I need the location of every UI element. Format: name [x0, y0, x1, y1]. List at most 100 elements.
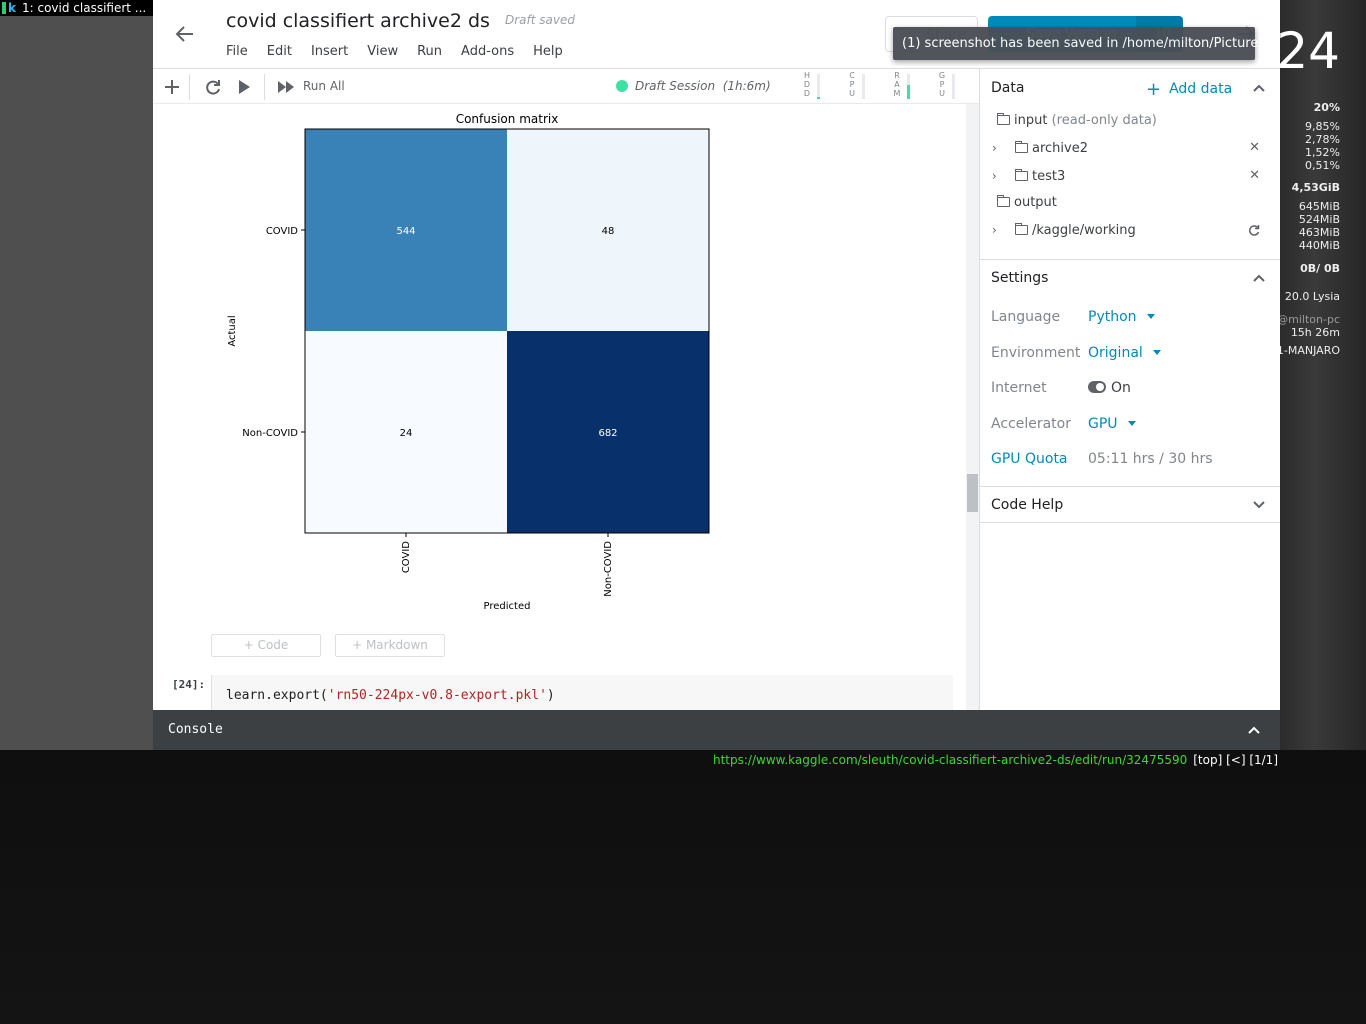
- gpu-quota-link[interactable]: GPU Quota: [991, 451, 1068, 467]
- kernel: 1-MANJARO: [1276, 344, 1340, 357]
- x-tick-label: COVID: [401, 541, 412, 573]
- kaggle-notebook-window: covid classifiert archive2 ds Draft save…: [153, 0, 1280, 750]
- refresh-icon[interactable]: [1248, 224, 1260, 236]
- add-code-cell-button[interactable]: + Code: [211, 634, 321, 657]
- settings-section-title[interactable]: Settings: [991, 270, 1048, 286]
- folder-icon: [1015, 223, 1028, 235]
- section-divider: [980, 486, 1280, 487]
- chevron-up-icon[interactable]: [1252, 81, 1266, 95]
- side-panel: Data + Add data input (read-only data) › …: [979, 69, 1280, 710]
- code-text: learn.export(: [226, 688, 328, 703]
- dataset-archive2[interactable]: archive2: [1015, 141, 1088, 156]
- caret-down-icon: [1152, 350, 1161, 355]
- output-folder[interactable]: output: [997, 195, 1057, 210]
- chart-title: Confusion matrix: [456, 112, 559, 126]
- console-label: Console: [168, 722, 223, 737]
- x-axis-label: Predicted: [484, 601, 531, 612]
- accelerator-label: Accelerator: [991, 416, 1071, 432]
- menu-add-ons[interactable]: Add-ons: [461, 44, 514, 59]
- internet-toggle[interactable]: On: [1088, 380, 1131, 396]
- code-help-section-title[interactable]: Code Help: [991, 497, 1063, 513]
- session-status[interactable]: Draft Session (1h:6m): [616, 79, 771, 93]
- code-text: ): [546, 688, 555, 703]
- browser-status-line: https://www.kaggle.com/sleuth/covid-clas…: [0, 750, 1280, 770]
- screenshot-notification: (1) screenshot has been saved in /home/m…: [893, 27, 1265, 60]
- dataset-label: test3: [1032, 169, 1066, 184]
- data-section-title[interactable]: Data: [991, 80, 1024, 96]
- meter-bar: [862, 74, 865, 99]
- notebook-title[interactable]: covid classifiert archive2 ds: [226, 10, 490, 32]
- chevron-up-icon[interactable]: [1246, 722, 1262, 738]
- user-host: @milton-pc: [1277, 313, 1340, 326]
- window-tab-title: 1: covid classifiert ...: [21, 1, 147, 15]
- uptime: 15h 26m: [1290, 326, 1340, 339]
- add-markdown-cell-button[interactable]: + Markdown: [335, 634, 445, 657]
- cell-execution-count: [24]:: [172, 678, 206, 691]
- accelerator-value: GPU: [1088, 416, 1118, 432]
- meter-label: HDD: [803, 71, 811, 98]
- folder-icon: [997, 113, 1010, 125]
- notebook-cells: 544 48 24 682 Confusion matrix COVID Non-COVID…: [153, 104, 979, 710]
- console-bar[interactable]: Console: [153, 710, 1280, 750]
- menu-view[interactable]: View: [367, 44, 398, 59]
- language-value: Python: [1088, 309, 1137, 325]
- output-label: output: [1014, 195, 1057, 210]
- add-cell-icon[interactable]: [162, 77, 182, 97]
- run-all-icon[interactable]: [276, 77, 296, 97]
- status-position: [top] [<] [1/1]: [1193, 753, 1278, 767]
- menu-edit[interactable]: Edit: [267, 44, 292, 59]
- matrix-cell-value: 544: [396, 226, 415, 237]
- toggle-switch-icon: [1088, 381, 1106, 393]
- menu-insert[interactable]: Insert: [311, 44, 348, 59]
- meter-bar: [907, 74, 910, 99]
- editor-header: covid classifiert archive2 ds Draft save…: [153, 0, 1280, 69]
- cpu-proc: 9,85%: [1305, 120, 1340, 133]
- cpu-proc: 0,51%: [1305, 159, 1340, 172]
- code-cell[interactable]: learn.export('rn50-224px-v0.8-export.pkl…: [211, 675, 953, 710]
- remove-dataset-icon[interactable]: ✕: [1249, 140, 1260, 155]
- clock-fragment: 24: [1276, 22, 1340, 80]
- menu-run[interactable]: Run: [417, 44, 442, 59]
- environment-select[interactable]: Original: [1088, 345, 1161, 361]
- matrix-cell-value: 24: [400, 428, 413, 439]
- status-url: https://www.kaggle.com/sleuth/covid-clas…: [712, 753, 1188, 767]
- toolbar-divider: [189, 74, 190, 100]
- folder-icon: [1015, 141, 1028, 153]
- notebook-scrollbar[interactable]: [966, 104, 979, 710]
- remove-dataset-icon[interactable]: ✕: [1249, 168, 1260, 183]
- chevron-right-icon[interactable]: ›: [992, 141, 997, 155]
- window-tab[interactable]: k 1: covid classifiert ...: [0, 0, 153, 16]
- language-select[interactable]: Python: [1088, 309, 1155, 325]
- chevron-right-icon[interactable]: ›: [992, 223, 997, 237]
- caret-down-icon: [1146, 314, 1155, 319]
- add-data-button[interactable]: + Add data: [1146, 79, 1232, 100]
- restart-icon[interactable]: [203, 77, 223, 97]
- code-string: 'rn50-224px-v0.8-export.pkl': [327, 688, 547, 703]
- run-cell-icon[interactable]: [234, 77, 254, 97]
- y-axis-label: Actual: [227, 315, 238, 346]
- matrix-cell-value: 682: [598, 428, 617, 439]
- dataset-test3[interactable]: test3: [1015, 169, 1065, 184]
- input-folder[interactable]: input (read-only data): [997, 113, 1157, 128]
- back-arrow-icon[interactable]: [173, 22, 197, 46]
- meter-bar: [952, 74, 955, 99]
- menu-file[interactable]: File: [226, 44, 248, 59]
- output-working[interactable]: /kaggle/working: [1015, 223, 1136, 238]
- scrollbar-thumb[interactable]: [967, 474, 978, 512]
- mem-proc: 524MiB: [1298, 213, 1340, 226]
- folder-icon: [1015, 169, 1028, 181]
- session-status-dot: [616, 80, 628, 92]
- chevron-right-icon[interactable]: ›: [992, 169, 997, 183]
- folder-icon: [997, 195, 1010, 207]
- menu-bar: File Edit Insert View Run Add-ons Help: [226, 44, 582, 59]
- menu-help[interactable]: Help: [533, 44, 563, 59]
- run-all-button[interactable]: Run All: [303, 79, 345, 93]
- accelerator-select[interactable]: GPU: [1088, 416, 1136, 432]
- mem-proc: 645MiB: [1298, 200, 1340, 213]
- chevron-up-icon[interactable]: [1252, 271, 1266, 285]
- active-window-marker: [2, 2, 6, 14]
- dataset-label: archive2: [1032, 141, 1088, 156]
- environment-value: Original: [1088, 345, 1143, 361]
- cpu-proc: 1,52%: [1305, 146, 1340, 159]
- chevron-down-icon[interactable]: [1252, 498, 1266, 512]
